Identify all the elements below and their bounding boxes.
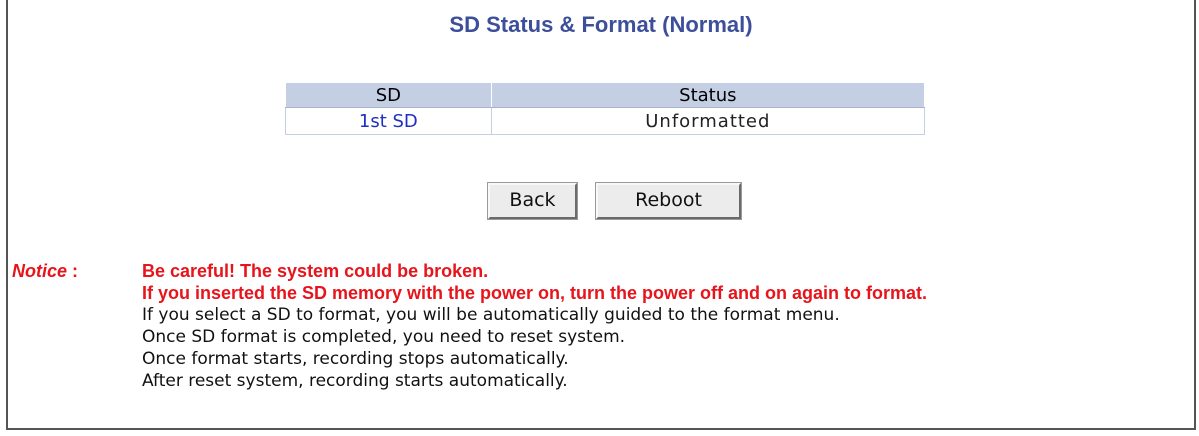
notice-heading: Notice : [12,260,83,282]
sd-status-table: SD Status 1st SD Unformatted [285,82,926,135]
page-title: SD Status & Format (Normal) [449,12,753,37]
notice-info: Once format starts, recording stops auto… [142,349,569,369]
table-row[interactable]: 1st SD Unformatted [285,107,926,135]
reboot-button[interactable]: Reboot [595,182,742,220]
sd-name-link[interactable]: 1st SD [285,107,492,135]
main-panel: SD Status & Format (Normal) SD Status 1s… [6,0,1196,430]
notice-label: Notice [12,261,68,281]
notice-warning: Be careful! The system could be broken. [142,261,489,281]
column-header-status: Status [490,82,926,108]
notice-info: Once SD format is completed, you need to… [142,327,626,347]
notice-message-list: Be careful! The system could be broken. … [142,260,927,392]
back-button[interactable]: Back [487,182,578,220]
sd-status-cell: Unformatted [490,107,926,135]
table-header-row: SD Status [285,82,926,108]
notice-info: After reset system, recording starts aut… [142,371,568,391]
notice-warning: If you inserted the SD memory with the p… [142,283,928,303]
column-header-sd: SD [285,82,492,108]
notice-separator: : [67,261,84,281]
notice-info: If you select a SD to format, you will b… [142,305,840,325]
